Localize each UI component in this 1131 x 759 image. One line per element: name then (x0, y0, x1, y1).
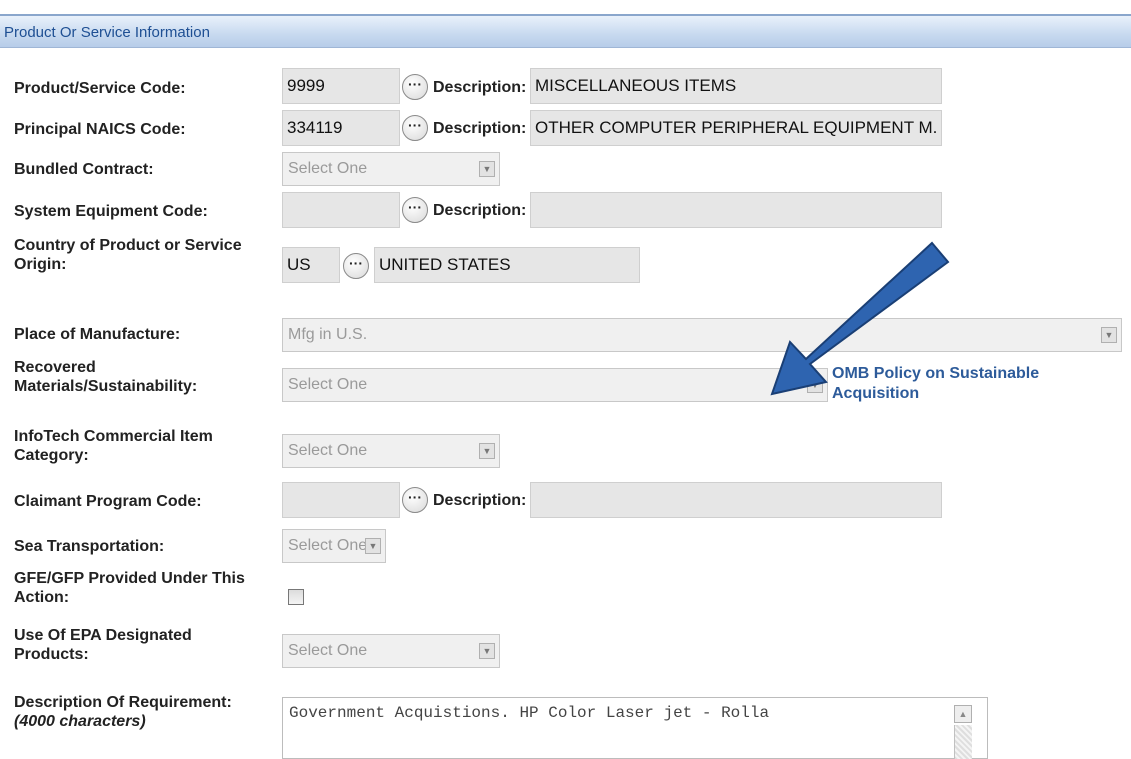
psc-label: Product/Service Code: (14, 80, 186, 97)
chevron-down-icon[interactable]: ▼ (479, 643, 495, 659)
epa-label-line1: Use Of EPA Designated (14, 627, 192, 644)
recovered-select[interactable]: Select One ▼ (282, 368, 828, 402)
gfe-label: GFE/GFP Provided Under This Action: (14, 569, 245, 607)
infotech-label-line1: InfoTech Commercial Item (14, 428, 213, 445)
country-label-line1: Country of Product or Service (14, 237, 242, 254)
sec-desc-field (530, 192, 942, 228)
claimant-desc-label: Description: (433, 492, 527, 509)
recovered-label: Recovered Materials/Sustainability: (14, 358, 197, 396)
country-label-line2: Origin: (14, 256, 67, 273)
infotech-label-line2: Category: (14, 447, 89, 464)
bundled-select-value: Select One (288, 160, 368, 177)
description-label-line1: Description Of Requirement: (14, 694, 232, 711)
recovered-label-line1: Recovered (14, 359, 96, 376)
country-label: Country of Product or Service Origin: (14, 236, 242, 274)
section-header: Product Or Service Information (0, 14, 1131, 48)
gfe-label-line1: GFE/GFP Provided Under This (14, 570, 245, 587)
sea-label: Sea Transportation: (14, 538, 165, 555)
epa-select[interactable]: Select One ▼ (282, 634, 500, 668)
sec-lookup-icon[interactable]: ··· (402, 197, 428, 223)
naics-desc-field: OTHER COMPUTER PERIPHERAL EQUIPMENT M. (530, 110, 942, 146)
gfe-checkbox[interactable] (288, 589, 304, 605)
country-name-field: UNITED STATES (374, 247, 640, 283)
psc-input[interactable]: 9999 (282, 68, 400, 104)
description-textarea[interactable]: Government Acquistions. HP Color Laser j… (282, 697, 988, 759)
description-label: Description Of Requirement: (4000 charac… (14, 693, 232, 731)
omb-policy-link[interactable]: OMB Policy on Sustainable Acquisition (832, 364, 1039, 404)
recovered-label-line2: Materials/Sustainability: (14, 378, 198, 395)
epa-label: Use Of EPA Designated Products: (14, 626, 192, 664)
chevron-down-icon[interactable]: ▼ (479, 443, 495, 459)
bundled-select[interactable]: Select One ▼ (282, 152, 500, 186)
product-service-form: Product Or Service Information Product/S… (0, 0, 1131, 759)
chevron-down-icon[interactable]: ▼ (807, 377, 823, 393)
gfe-label-line2: Action: (14, 589, 70, 606)
country-lookup-icon[interactable]: ··· (343, 253, 369, 279)
scroll-up-icon[interactable]: ▲ (954, 705, 972, 723)
chevron-down-icon[interactable]: ▼ (365, 538, 381, 554)
claimant-input[interactable] (282, 482, 400, 518)
naics-desc-label: Description: (433, 120, 527, 137)
place-select[interactable]: Mfg in U.S. ▼ (282, 318, 1122, 352)
sea-select-value: Select One (288, 537, 368, 554)
omb-policy-link-line2: Acquisition (832, 385, 920, 402)
sec-input[interactable] (282, 192, 400, 228)
sec-label: System Equipment Code: (14, 203, 208, 220)
place-label: Place of Manufacture: (14, 326, 181, 343)
country-code-input[interactable]: US (282, 247, 340, 283)
naics-lookup-icon[interactable]: ··· (402, 115, 428, 141)
section-title: Product Or Service Information (4, 24, 210, 41)
psc-lookup-icon[interactable]: ··· (402, 74, 428, 100)
bundled-label: Bundled Contract: (14, 161, 154, 178)
infotech-label: InfoTech Commercial Item Category: (14, 427, 213, 465)
chevron-down-icon[interactable]: ▼ (1101, 327, 1117, 343)
sea-select[interactable]: Select One ▼ (282, 529, 386, 563)
naics-label: Principal NAICS Code: (14, 121, 186, 138)
psc-desc-label: Description: (433, 79, 527, 96)
recovered-select-value: Select One (288, 376, 368, 393)
infotech-select-value: Select One (288, 442, 368, 459)
naics-input[interactable]: 334119 (282, 110, 400, 146)
claimant-desc-field (530, 482, 942, 518)
claimant-lookup-icon[interactable]: ··· (402, 487, 428, 513)
claimant-label: Claimant Program Code: (14, 493, 202, 510)
description-label-line2: (4000 characters) (14, 713, 146, 730)
epa-select-value: Select One (288, 642, 368, 659)
infotech-select[interactable]: Select One ▼ (282, 434, 500, 468)
omb-policy-link-line1: OMB Policy on Sustainable (832, 365, 1040, 382)
sec-desc-label: Description: (433, 202, 527, 219)
psc-desc-field: MISCELLANEOUS ITEMS (530, 68, 942, 104)
chevron-down-icon[interactable]: ▼ (479, 161, 495, 177)
epa-label-line2: Products: (14, 646, 89, 663)
scrollbar-track[interactable] (954, 725, 972, 759)
place-select-value: Mfg in U.S. (288, 326, 368, 343)
